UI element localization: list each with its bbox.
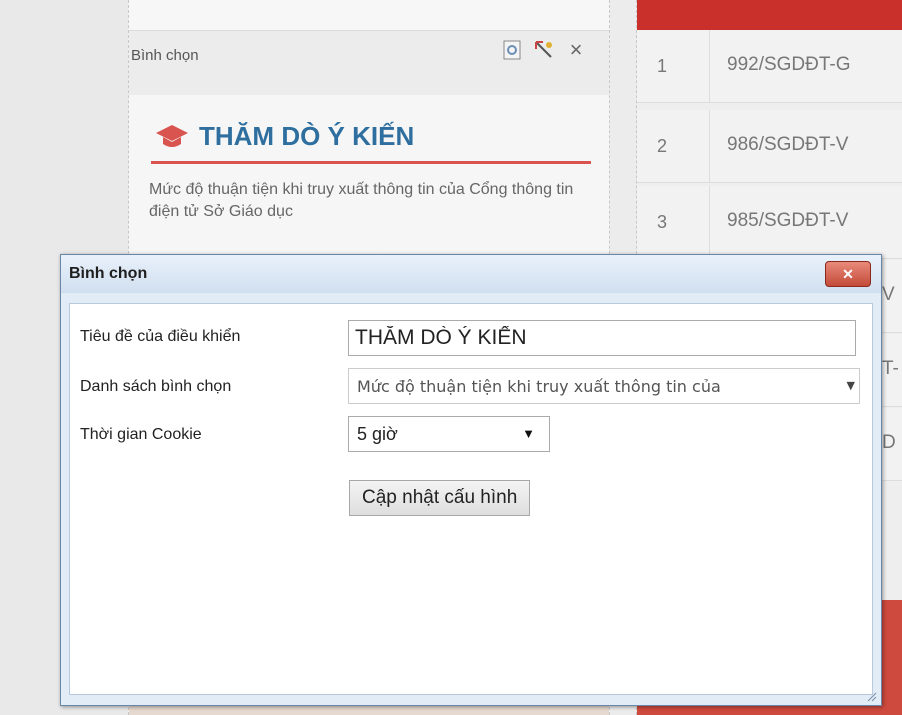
column-divider xyxy=(709,30,710,102)
close-icon[interactable]: × xyxy=(565,37,587,62)
row-number: 2 xyxy=(657,136,668,156)
dialog-title: Bình chọn xyxy=(69,265,148,282)
dropdown-arrow-icon: ▼ xyxy=(522,426,535,441)
document-code[interactable]: 985/SGDĐT-V xyxy=(727,210,848,232)
poll-title-section: THĂM DÒ Ý KIẾN xyxy=(151,107,591,164)
document-code[interactable]: 986/SGDĐT-V xyxy=(727,134,848,156)
dropdown-arrow-icon: ▼ xyxy=(846,379,855,392)
poll-title: THĂM DÒ Ý KIẾN xyxy=(199,121,415,151)
table-row[interactable]: 2 986/SGDĐT-V xyxy=(637,110,902,183)
poll-question: Mức độ thuận tiện khi truy xuất thông ti… xyxy=(149,181,574,220)
poll-list-label: Danh sách bình chọn xyxy=(80,378,232,395)
table-header xyxy=(637,0,902,30)
update-config-button[interactable]: Cập nhật cấu hình xyxy=(349,480,531,516)
cookie-time-selected-value: 5 giờ xyxy=(357,424,398,444)
document-icon[interactable] xyxy=(501,39,523,61)
poll-list-selected-value: Mức độ thuận tiện khi truy xuất thông ti… xyxy=(357,377,721,396)
column-divider xyxy=(709,110,710,182)
widget-header: Bình chọn × xyxy=(129,31,609,95)
pencil-settings-icon[interactable] xyxy=(533,39,555,61)
poll-list-select[interactable]: Mức độ thuận tiện khi truy xuất thông ti… xyxy=(348,368,860,404)
document-code[interactable]: 992/SGDĐT-G xyxy=(727,54,851,76)
row-number: 3 xyxy=(657,212,668,232)
column-divider xyxy=(709,186,710,258)
resize-grip-icon[interactable] xyxy=(865,690,877,702)
table-row[interactable]: 3 985/SGDĐT-V xyxy=(637,186,902,259)
dialog-content: Tiêu đề của điều khiển Danh sách bình ch… xyxy=(69,303,873,695)
widget-name: Bình chọn xyxy=(131,47,199,64)
title-input[interactable] xyxy=(348,320,856,356)
row-number: 1 xyxy=(657,56,668,76)
document-code-partial[interactable]: D xyxy=(882,432,896,454)
configuration-dialog: Bình chọn ✕ Tiêu đề của điều khiển Danh … xyxy=(60,254,882,706)
title-label: Tiêu đề của điều khiển xyxy=(80,328,241,345)
graduation-cap-icon xyxy=(156,125,188,147)
dialog-close-button[interactable]: ✕ xyxy=(825,261,871,287)
dialog-titlebar[interactable]: Bình chọn ✕ xyxy=(61,255,881,293)
document-code-partial[interactable]: T- xyxy=(882,358,899,380)
cookie-time-select[interactable]: 5 giờ ▼ xyxy=(348,416,550,452)
document-code-partial[interactable]: V xyxy=(882,284,895,306)
cookie-time-label: Thời gian Cookie xyxy=(80,426,202,443)
widget-top-strip xyxy=(129,0,609,31)
table-row[interactable]: 1 992/SGDĐT-G xyxy=(637,30,902,103)
widget-toolbar: × xyxy=(501,37,587,62)
